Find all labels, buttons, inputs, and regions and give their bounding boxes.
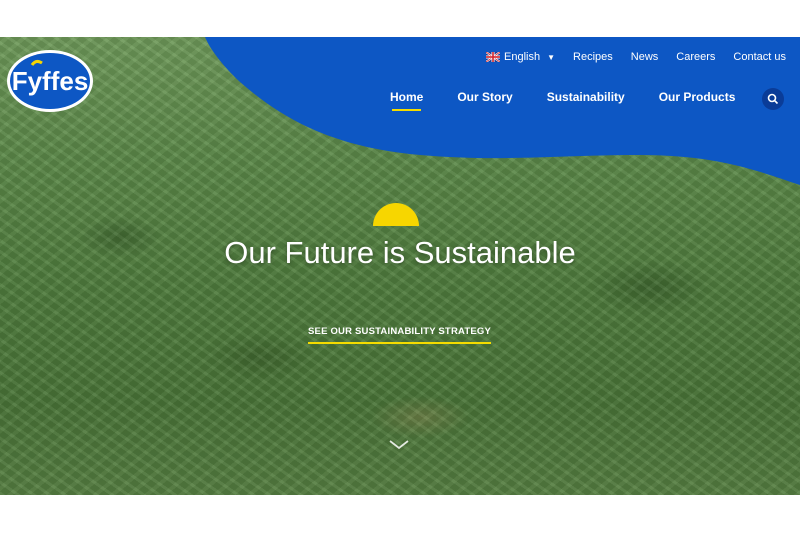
chevron-down-icon: ▼ (547, 52, 556, 62)
search-button[interactable] (762, 88, 784, 110)
hero-headline: Our Future is Sustainable (224, 235, 576, 270)
main-nav: Home Our Story Sustainability Our Produc… (390, 90, 736, 111)
main-nav-our-story[interactable]: Our Story (457, 90, 512, 104)
nav-link-recipes[interactable]: Recipes (573, 51, 613, 63)
main-nav-our-products[interactable]: Our Products (659, 90, 736, 104)
nav-link-news[interactable]: News (631, 51, 659, 63)
hero-banner: Fyffes English ▼ Recipes News Careers Co… (0, 37, 800, 495)
search-icon (767, 93, 779, 105)
language-label: English (504, 51, 541, 63)
main-nav-sustainability[interactable]: Sustainability (547, 90, 625, 104)
nav-link-careers[interactable]: Careers (676, 51, 715, 63)
main-nav-home[interactable]: Home (390, 90, 423, 111)
top-utility-nav: English ▼ Recipes News Careers Contact u… (486, 51, 786, 63)
language-selector[interactable]: English ▼ (486, 51, 555, 63)
nav-link-contact[interactable]: Contact us (733, 51, 786, 63)
chevron-down-icon[interactable] (388, 439, 410, 451)
fyffes-logo[interactable]: Fyffes (6, 49, 94, 113)
sustainability-strategy-link[interactable]: SEE OUR SUSTAINABILITY STRATEGY (308, 326, 492, 344)
uk-flag-icon (486, 52, 501, 62)
logo-wordmark: Fyffes (12, 66, 89, 96)
